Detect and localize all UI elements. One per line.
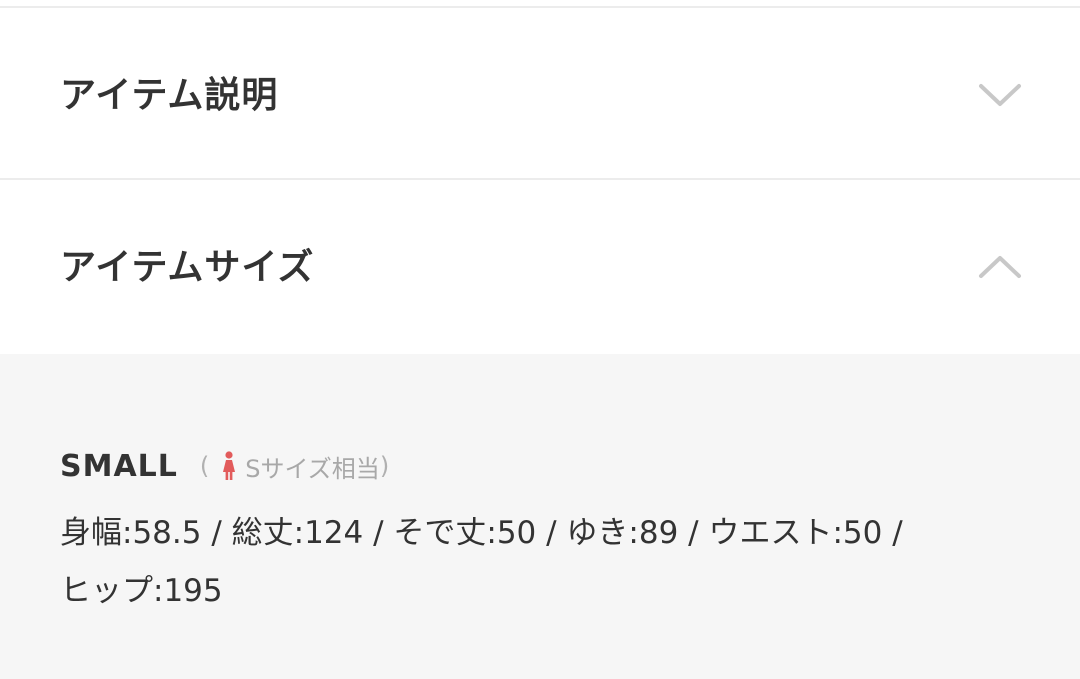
size-equivalent-note: ( Sサイズ相当 ) xyxy=(200,449,389,484)
accordion-title-size: アイテムサイズ xyxy=(60,247,315,288)
note-open-paren: ( xyxy=(199,452,210,480)
chevron-up-icon[interactable] xyxy=(978,252,1022,282)
accordion-item-size[interactable]: アイテムサイズ xyxy=(0,182,1080,354)
size-panel: SMALL ( Sサイズ相当 ) 身幅:58.5 / 総丈:124 / そで丈:… xyxy=(0,354,1080,679)
accordion-item-description[interactable]: アイテム説明 xyxy=(0,8,1080,180)
measurements-line-1: 身幅:58.5 / 総丈:124 / そで丈:50 / ゆき:89 / ウエスト… xyxy=(60,515,903,551)
accordion-title-description: アイテム説明 xyxy=(60,75,279,116)
woman-figure-icon xyxy=(221,451,237,481)
size-name: SMALL xyxy=(60,448,178,484)
measurements-line-2: ヒップ:195 xyxy=(60,573,223,609)
size-heading: SMALL ( Sサイズ相当 ) xyxy=(60,446,389,486)
note-label: Sサイズ相当 xyxy=(245,454,380,483)
note-close-paren: ) xyxy=(379,452,390,480)
size-measurements: 身幅:58.5 / 総丈:124 / そで丈:50 / ゆき:89 / ウエスト… xyxy=(60,504,1020,620)
chevron-down-icon[interactable] xyxy=(978,80,1022,110)
